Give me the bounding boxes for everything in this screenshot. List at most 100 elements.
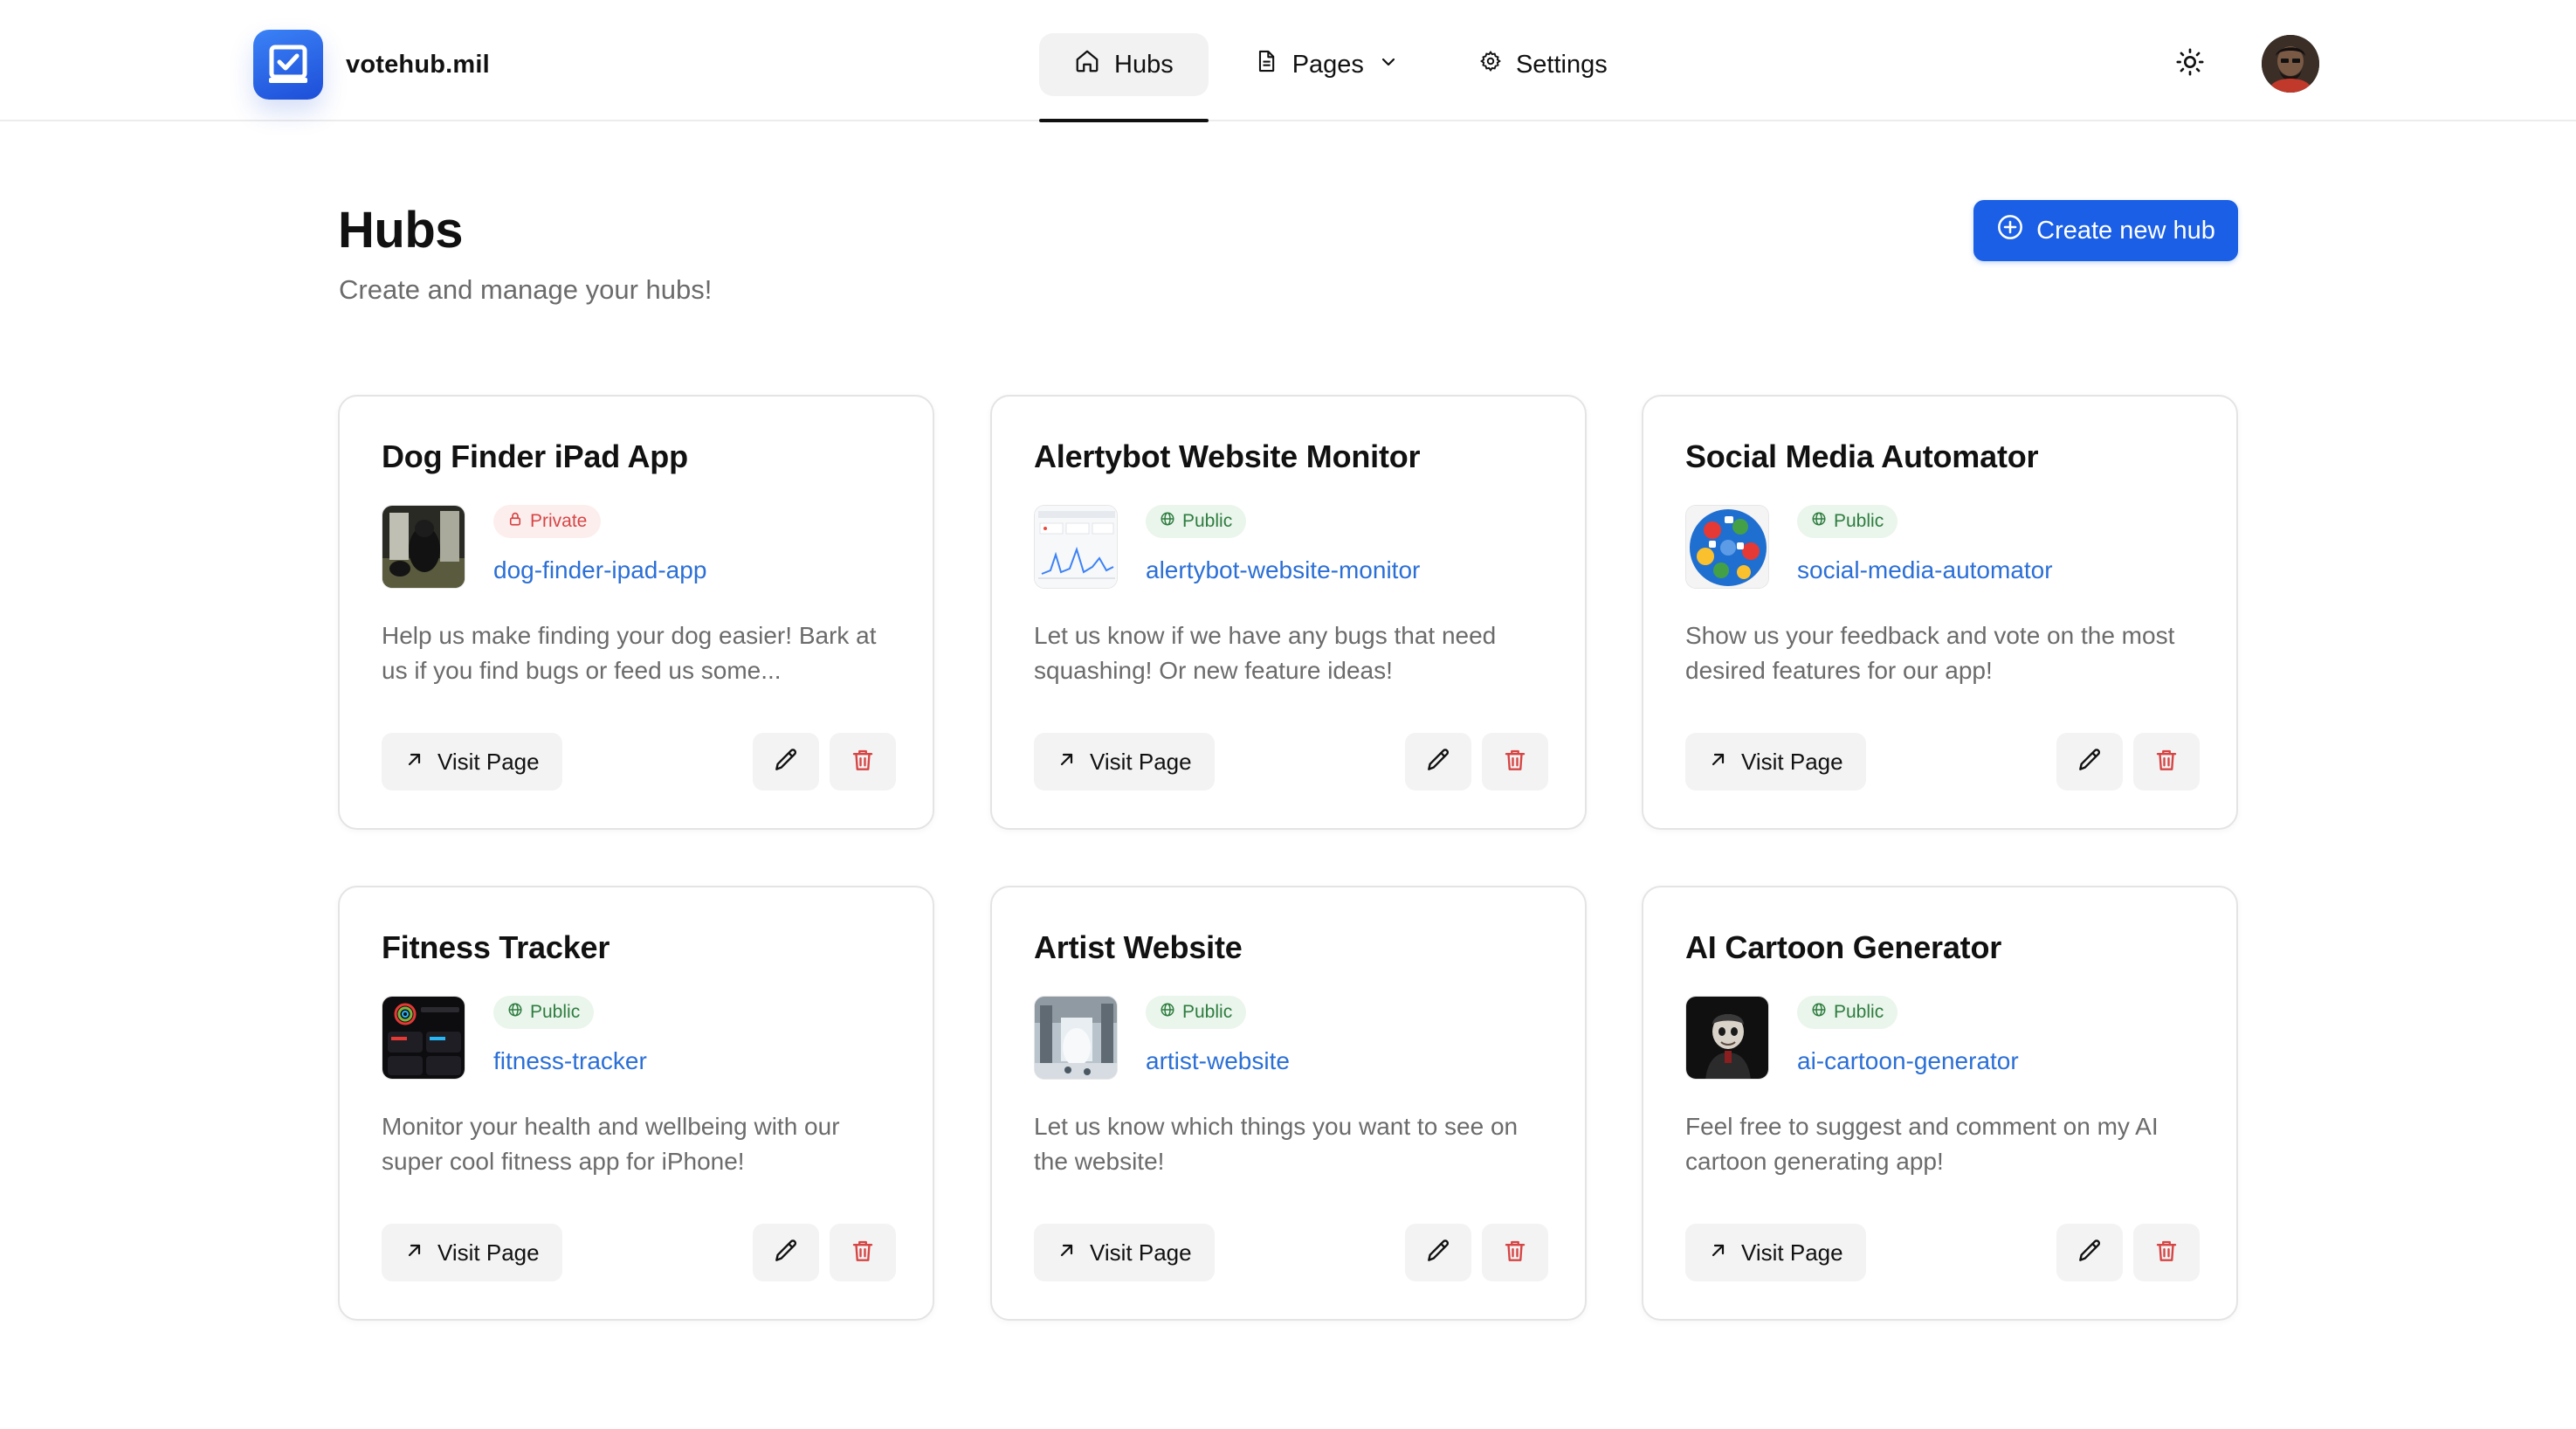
- lock-icon: [507, 511, 523, 532]
- visibility-badge: Public: [493, 996, 595, 1029]
- plus-circle-icon: [1996, 213, 2024, 248]
- user-avatar[interactable]: [2262, 35, 2319, 93]
- theme-toggle-button[interactable]: [2169, 43, 2211, 85]
- hub-description: Feel free to suggest and comment on my A…: [1685, 1113, 2159, 1175]
- hub-card: Fitness Tracker Public fitness-tracker M…: [338, 886, 934, 1321]
- document-icon: [1254, 48, 1278, 81]
- hub-thumbnail: [1685, 505, 1769, 589]
- arrow-up-right-icon: [1057, 749, 1078, 776]
- hub-thumbnail: [382, 996, 465, 1080]
- visit-page-button[interactable]: Visit Page: [382, 1224, 562, 1281]
- visibility-badge: Public: [1797, 996, 1898, 1029]
- hub-slug-link[interactable]: dog-finder-ipad-app: [493, 556, 706, 584]
- pencil-icon: [2076, 746, 2104, 778]
- hub-slug-link[interactable]: social-media-automator: [1797, 556, 2053, 584]
- visit-page-label: Visit Page: [1090, 1239, 1192, 1266]
- brand-name: votehub.mil: [346, 50, 490, 79]
- trash-icon: [1502, 1238, 1528, 1268]
- arrow-up-right-icon: [1057, 1239, 1078, 1267]
- create-new-hub-button[interactable]: Create new hub: [1973, 200, 2238, 261]
- globe-icon: [1160, 511, 1175, 532]
- brand[interactable]: votehub.mil: [253, 30, 490, 100]
- top-navigation-bar: votehub.mil Hubs Pages Settings: [0, 0, 2576, 122]
- hub-card: Social Media Automator Public social-med…: [1642, 395, 2238, 830]
- hub-description: Help us make finding your dog easier! Ba…: [382, 622, 877, 684]
- visibility-label: Public: [1834, 511, 1884, 531]
- create-new-hub-label: Create new hub: [2036, 216, 2215, 245]
- hub-title: Fitness Tracker: [382, 929, 610, 965]
- delete-hub-button[interactable]: [2133, 733, 2200, 790]
- gear-icon: [1479, 50, 1502, 79]
- nav-item-label: Pages: [1291, 50, 1364, 79]
- visit-page-label: Visit Page: [1741, 1239, 1843, 1266]
- visibility-label: Public: [1834, 1002, 1884, 1022]
- visit-page-button[interactable]: Visit Page: [1685, 1224, 1866, 1281]
- nav-item-hubs[interactable]: Hubs: [1039, 33, 1209, 122]
- nav-item-label: Hubs: [1114, 50, 1174, 79]
- globe-icon: [507, 1002, 523, 1023]
- hub-slug-link[interactable]: artist-website: [1146, 1047, 1290, 1075]
- edit-hub-button[interactable]: [753, 1224, 819, 1281]
- hub-slug-link[interactable]: alertybot-website-monitor: [1146, 556, 1420, 584]
- visit-page-button[interactable]: Visit Page: [1034, 1224, 1215, 1281]
- hub-slug-link[interactable]: fitness-tracker: [493, 1047, 647, 1075]
- hub-title: AI Cartoon Generator: [1685, 929, 2002, 965]
- visibility-label: Private: [530, 511, 588, 531]
- globe-icon: [1160, 1002, 1175, 1023]
- pencil-icon: [2076, 1237, 2104, 1269]
- nav-item-settings[interactable]: Settings: [1444, 33, 1643, 96]
- hub-slug-link[interactable]: ai-cartoon-generator: [1797, 1047, 2019, 1075]
- arrow-up-right-icon: [404, 749, 425, 776]
- visibility-label: Public: [530, 1002, 581, 1022]
- header-actions: [2169, 35, 2319, 93]
- trash-icon: [850, 747, 876, 777]
- visibility-label: Public: [1182, 511, 1233, 531]
- arrow-up-right-icon: [1708, 749, 1729, 776]
- pencil-icon: [772, 1237, 800, 1269]
- delete-hub-button[interactable]: [1482, 733, 1548, 790]
- nav-item-pages[interactable]: Pages: [1219, 33, 1434, 96]
- hub-card: Alertybot Website Monitor Public alertyb…: [990, 395, 1587, 830]
- hub-thumbnail: [1034, 505, 1118, 589]
- edit-hub-button[interactable]: [1405, 1224, 1471, 1281]
- delete-hub-button[interactable]: [2133, 1224, 2200, 1281]
- main-nav: Hubs Pages Settings: [1039, 33, 1643, 122]
- brand-logo-icon: [253, 30, 323, 100]
- sun-icon: [2175, 47, 2205, 81]
- globe-icon: [1811, 1002, 1827, 1023]
- hub-card: Dog Finder iPad App Private dog-finder-i…: [338, 395, 934, 830]
- visit-page-button[interactable]: Visit Page: [1685, 733, 1866, 790]
- page-subtitle: Create and manage your hubs!: [339, 274, 713, 305]
- nav-item-label: Settings: [1515, 50, 1608, 79]
- visibility-label: Public: [1182, 1002, 1233, 1022]
- hub-description: Let us know if we have any bugs that nee…: [1034, 622, 1497, 684]
- hub-thumbnail: [1685, 996, 1769, 1080]
- visibility-badge: Public: [1797, 505, 1898, 538]
- hub-card: AI Cartoon Generator Public ai-cartoon-g…: [1642, 886, 2238, 1321]
- delete-hub-button[interactable]: [830, 733, 896, 790]
- hub-thumbnail: [1034, 996, 1118, 1080]
- delete-hub-button[interactable]: [830, 1224, 896, 1281]
- edit-hub-button[interactable]: [1405, 733, 1471, 790]
- visit-page-button[interactable]: Visit Page: [382, 733, 562, 790]
- visibility-badge: Public: [1146, 996, 1247, 1029]
- arrow-up-right-icon: [404, 1239, 425, 1267]
- trash-icon: [1502, 747, 1528, 777]
- pencil-icon: [1424, 1237, 1452, 1269]
- hub-description: Let us know which things you want to see…: [1034, 1113, 1519, 1175]
- edit-hub-button[interactable]: [753, 733, 819, 790]
- globe-icon: [1811, 511, 1827, 532]
- visit-page-label: Visit Page: [437, 1239, 540, 1266]
- edit-hub-button[interactable]: [2056, 733, 2123, 790]
- visit-page-button[interactable]: Visit Page: [1034, 733, 1215, 790]
- delete-hub-button[interactable]: [1482, 1224, 1548, 1281]
- hub-title: Artist Website: [1034, 929, 1243, 965]
- page-title: Hubs: [338, 202, 464, 259]
- hub-description: Show us your feedback and vote on the mo…: [1685, 622, 2175, 684]
- edit-hub-button[interactable]: [2056, 1224, 2123, 1281]
- chevron-down-icon: [1378, 51, 1399, 79]
- trash-icon: [2153, 747, 2180, 777]
- hub-thumbnail: [382, 505, 465, 589]
- hub-title: Dog Finder iPad App: [382, 438, 688, 474]
- arrow-up-right-icon: [1708, 1239, 1729, 1267]
